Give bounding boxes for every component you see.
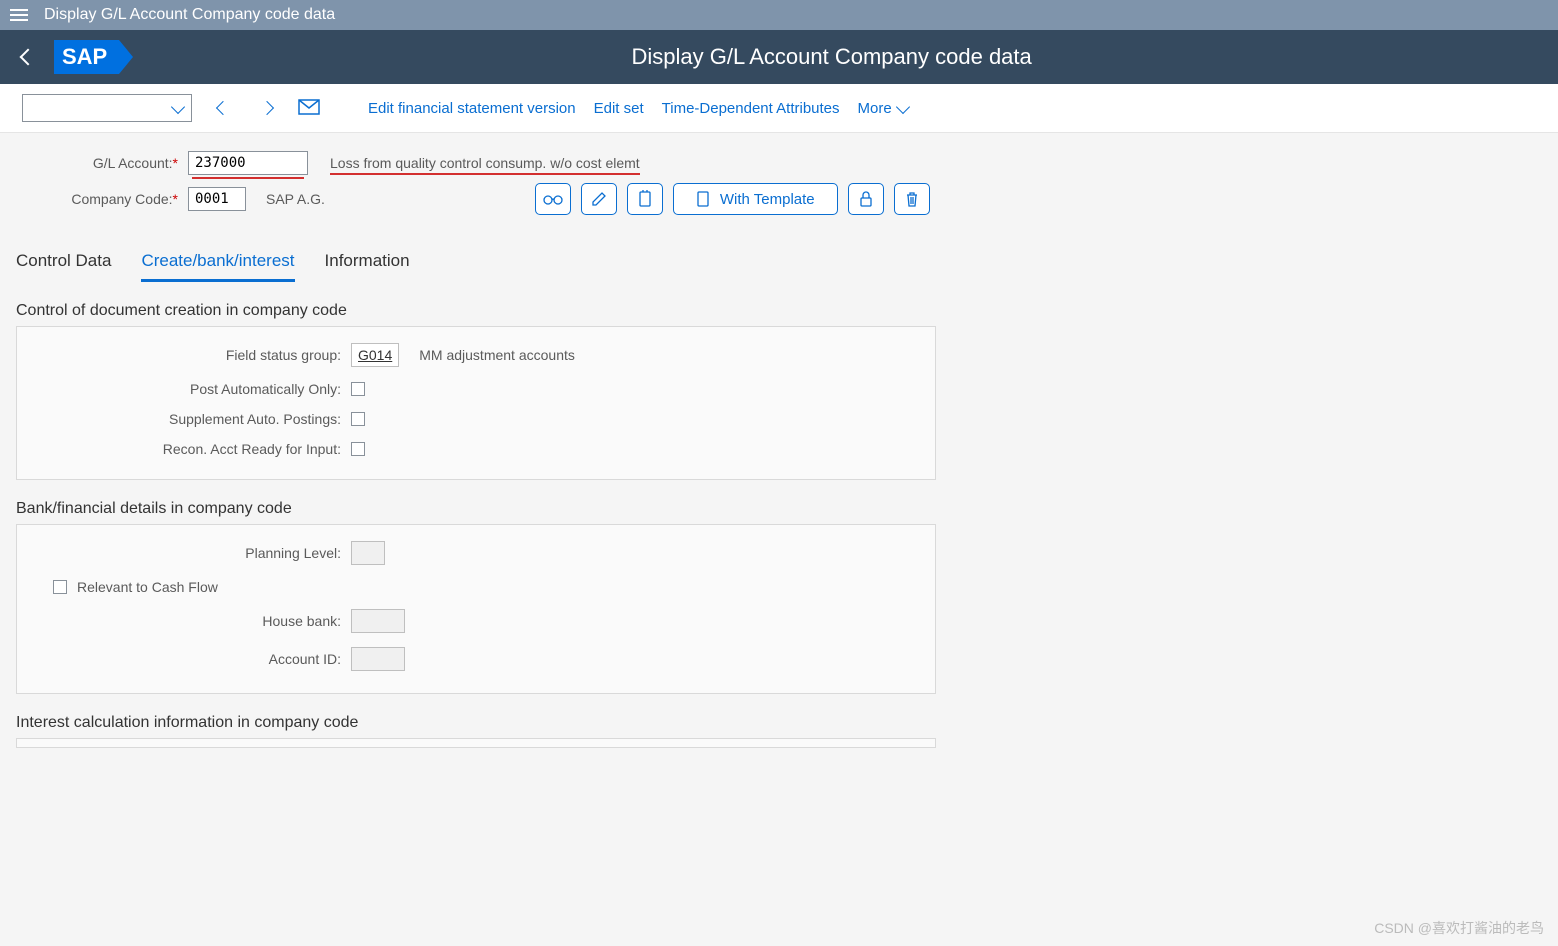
company-code-input[interactable] <box>188 187 246 211</box>
field-status-group-desc: MM adjustment accounts <box>419 347 575 363</box>
toolbar: Edit financial statement version Edit se… <box>0 84 1558 133</box>
sap-logo: SAP <box>54 40 119 74</box>
time-dep-link[interactable]: Time-Dependent Attributes <box>662 100 840 117</box>
recon-checkbox[interactable] <box>351 442 365 456</box>
tab-bar: Control Data Create/bank/interest Inform… <box>16 251 1542 282</box>
post-auto-checkbox[interactable] <box>351 382 365 396</box>
field-status-group-label: Field status group: <box>31 347 351 363</box>
edit-set-link[interactable]: Edit set <box>594 100 644 117</box>
watermark: CSDN @喜欢打酱油的老鸟 <box>1374 918 1544 938</box>
supplement-label: Supplement Auto. Postings: <box>31 411 351 427</box>
section3-title: Interest calculation information in comp… <box>16 714 1542 732</box>
cash-flow-label: Relevant to Cash Flow <box>77 579 218 595</box>
back-icon[interactable] <box>20 49 37 66</box>
edit-fsv-link[interactable]: Edit financial statement version <box>368 100 576 117</box>
delete-button[interactable] <box>894 183 930 215</box>
menu-icon[interactable] <box>10 9 28 21</box>
recon-label: Recon. Acct Ready for Input: <box>31 441 351 457</box>
gl-account-desc: Loss from quality control consump. w/o c… <box>330 155 640 171</box>
chevron-down-icon <box>171 99 185 113</box>
planning-level-label: Planning Level: <box>31 545 351 561</box>
account-id-input[interactable] <box>351 647 405 671</box>
company-code-desc: SAP A.G. <box>266 191 325 207</box>
cash-flow-checkbox[interactable] <box>53 580 67 594</box>
tab-create-bank-interest[interactable]: Create/bank/interest <box>141 251 294 282</box>
lock-button[interactable] <box>848 183 884 215</box>
planning-level-input[interactable] <box>351 541 385 565</box>
glasses-button[interactable] <box>535 183 571 215</box>
account-id-label: Account ID: <box>31 651 351 667</box>
top-bar: Display G/L Account Company code data <box>0 0 1558 30</box>
more-link[interactable]: More <box>858 100 908 117</box>
supplement-checkbox[interactable] <box>351 412 365 426</box>
gl-account-input[interactable] <box>188 151 308 175</box>
prev-icon[interactable] <box>216 101 230 115</box>
tab-information[interactable]: Information <box>325 251 410 282</box>
company-code-label: Company Code: <box>71 191 172 207</box>
post-auto-label: Post Automatically Only: <box>31 381 351 397</box>
edit-button[interactable] <box>581 183 617 215</box>
chevron-down-icon <box>896 99 910 113</box>
field-status-group-value[interactable]: G014 <box>358 347 392 363</box>
with-template-button[interactable]: With Template <box>673 183 838 215</box>
document-icon <box>696 190 710 208</box>
house-bank-input[interactable] <box>351 609 405 633</box>
gl-account-label: G/L Account: <box>93 155 173 171</box>
top-title: Display G/L Account Company code data <box>44 6 335 24</box>
copy-button[interactable] <box>627 183 663 215</box>
section2-title: Bank/financial details in company code <box>16 500 1542 518</box>
house-bank-label: House bank: <box>31 613 351 629</box>
mail-icon[interactable] <box>298 99 320 118</box>
header: SAP Display G/L Account Company code dat… <box>0 30 1558 84</box>
tab-control-data[interactable]: Control Data <box>16 251 111 282</box>
page-title: Display G/L Account Company code data <box>119 44 1544 70</box>
next-icon[interactable] <box>260 101 274 115</box>
section1-title: Control of document creation in company … <box>16 302 1542 320</box>
variant-dropdown[interactable] <box>22 94 192 122</box>
